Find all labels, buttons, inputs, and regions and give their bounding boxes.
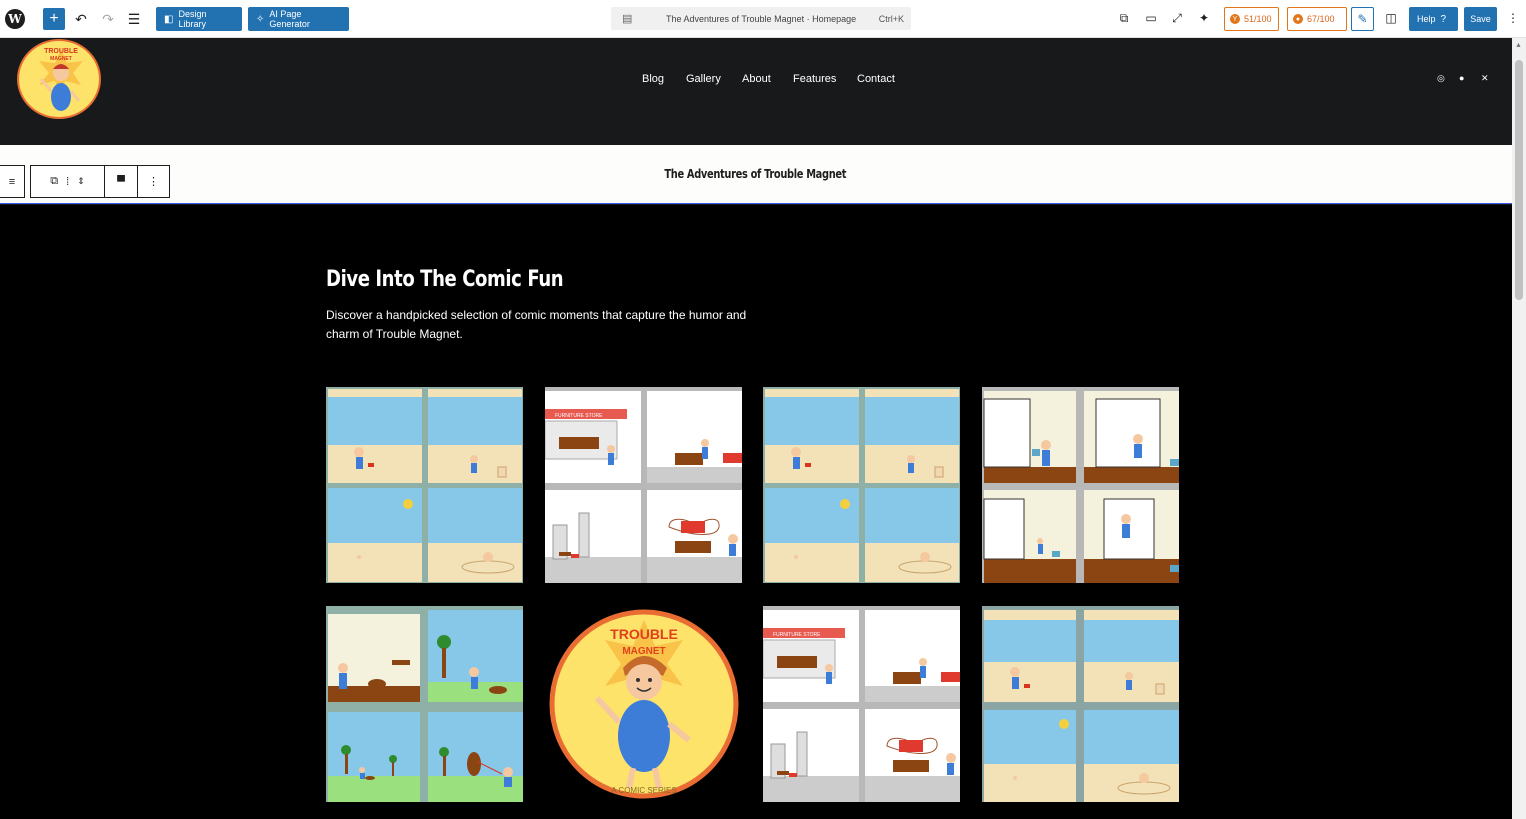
device-preview-icon[interactable]: ▭ [1143, 9, 1159, 27]
seo-score-button[interactable]: Y 51/100 [1224, 7, 1279, 31]
badge-text-bottom: MAGNET [622, 646, 665, 657]
store-sign-2: FURNITURE STORE [773, 632, 821, 638]
save-button[interactable]: Save [1464, 7, 1497, 31]
document-title: The Adventures of Trouble Magnet · Homep… [666, 13, 857, 24]
pen-tool-icon[interactable]: ✎ [1351, 7, 1374, 31]
settings-sidebar-icon[interactable]: ◫ [1383, 9, 1399, 27]
list-view-icon[interactable]: ☰ [124, 8, 144, 30]
page-scrollbar[interactable]: ▲ [1512, 38, 1526, 819]
main-content: Dive Into The Comic Fun Discover a handp… [0, 205, 1512, 819]
section-heading: Dive Into The Comic Fun [326, 267, 564, 292]
sparkle-icon[interactable]: ✦ [1196, 9, 1212, 27]
transform-icon[interactable]: ⧉ [50, 175, 58, 188]
undo-icon[interactable]: ↶ [72, 8, 90, 30]
readability-score-button[interactable]: ● 67/100 [1287, 7, 1347, 31]
section-intro: Discover a handpicked selection of comic… [326, 308, 747, 341]
scroll-up-icon[interactable]: ▲ [1515, 42, 1522, 49]
site-header: TROUBLE MAGNET Blog Gallery About Featur… [0, 38, 1512, 145]
comic-series-badge[interactable]: TROUBLE MAGNET A COMIC SERIES [545, 606, 742, 802]
redo-icon[interactable]: ↷ [99, 8, 117, 30]
align-icon[interactable]: ≡ [0, 165, 25, 198]
instagram-icon[interactable]: ◎ [1437, 73, 1445, 84]
plus-icon[interactable]: + [43, 8, 65, 30]
x-icon[interactable]: ✕ [1481, 73, 1489, 84]
badge-caption: A COMIC SERIES [611, 786, 676, 795]
block-options-icon[interactable]: ⋮ [137, 165, 170, 198]
nav-contact[interactable]: Contact [857, 73, 895, 85]
nav-gallery[interactable]: Gallery [686, 73, 721, 85]
wordpress-logo-icon[interactable]: W [0, 0, 30, 38]
editor-topbar: W + ↶ ↷ ☰ ◧ Design Library ✧ AI Page Gen… [0, 0, 1526, 38]
site-title[interactable]: The Adventures of Trouble Magnet [135, 167, 1375, 181]
readability-score-icon: ● [1293, 14, 1303, 24]
drag-handle-icon[interactable]: ⁞ [66, 176, 69, 188]
ai-page-generator-button[interactable]: ✧ AI Page Generator [248, 7, 349, 31]
comic-tile-furniture[interactable]: FURNITURE STORE [545, 387, 742, 583]
page-layout-icon: ▤ [622, 13, 633, 25]
command-palette-button[interactable]: ▤ The Adventures of Trouble Magnet · Hom… [611, 7, 911, 30]
comic-tile-park[interactable] [326, 606, 523, 802]
help-button[interactable]: Help ? [1409, 7, 1458, 31]
block-toolbar: ≡ ⧉ ⁞ ⇕ ▀ ⋮ [0, 165, 170, 198]
ai-sparkle-icon: ✧ [256, 13, 265, 25]
logo-text-bottom: MAGNET [50, 56, 72, 62]
comic-tile-beach[interactable] [326, 387, 523, 583]
nav-about[interactable]: About [742, 73, 771, 85]
badge-text-top: TROUBLE [610, 626, 678, 642]
scrollbar-thumb[interactable] [1515, 60, 1523, 300]
design-library-icon: ◧ [164, 13, 174, 25]
command-shortcut: Ctrl+K [878, 13, 904, 24]
store-sign: FURNITURE STORE [555, 413, 603, 419]
logo-text-top: TROUBLE [44, 48, 78, 55]
design-library-button[interactable]: ◧ Design Library [156, 7, 242, 31]
comic-tile-room[interactable] [982, 387, 1179, 583]
external-view-icon[interactable]: ⧉ [1116, 9, 1132, 27]
seo-score-icon: Y [1230, 14, 1240, 24]
comic-tile-beach-2[interactable] [763, 387, 960, 583]
question-icon: ? [1440, 13, 1447, 25]
move-up-down-icon[interactable]: ⇕ [77, 176, 85, 187]
comic-tile-beach-3[interactable] [982, 606, 1179, 802]
facebook-icon[interactable]: ● [1459, 73, 1464, 83]
block-align-icon[interactable]: ▀ [104, 165, 137, 198]
fullscreen-icon[interactable]: ⤢ [1169, 9, 1185, 27]
more-options-icon[interactable]: ⋮ [1505, 9, 1521, 27]
site-title-band: The Adventures of Trouble Magnet [0, 145, 1512, 204]
nav-features[interactable]: Features [793, 73, 836, 85]
block-mover: ⧉ ⁞ ⇕ [30, 165, 104, 198]
nav-blog[interactable]: Blog [642, 73, 664, 85]
comic-tile-furniture-2[interactable]: FURNITURE STORE [763, 606, 960, 802]
site-logo[interactable]: TROUBLE MAGNET [17, 39, 101, 119]
